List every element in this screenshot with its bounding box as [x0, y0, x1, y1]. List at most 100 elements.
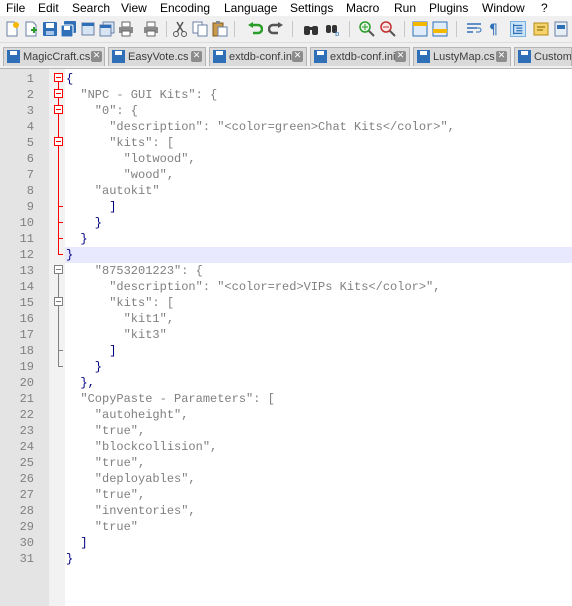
- menu-search[interactable]: Search: [72, 1, 110, 15]
- tab-customd[interactable]: CustomD: [514, 47, 572, 66]
- save-icon[interactable]: [42, 21, 58, 37]
- code-line[interactable]: "wood",: [66, 167, 174, 183]
- new-file-icon[interactable]: [4, 21, 20, 37]
- word-wrap-icon[interactable]: [466, 21, 482, 37]
- menu-edit[interactable]: Edit: [38, 1, 59, 15]
- copy-icon[interactable]: [192, 21, 208, 37]
- print-preview-icon[interactable]: [143, 21, 159, 37]
- save-all-icon[interactable]: [61, 21, 77, 37]
- code-line[interactable]: "inventories",: [66, 503, 196, 519]
- tab-label: EasyVote.cs: [128, 51, 189, 63]
- code-line[interactable]: "CopyPaste - Parameters": [: [66, 391, 274, 407]
- code-line[interactable]: "true",: [66, 455, 145, 471]
- menu-help[interactable]: ?: [541, 1, 548, 15]
- code-line[interactable]: "0": {: [66, 103, 138, 119]
- svg-text:b: b: [335, 30, 340, 37]
- saved-file-icon: [518, 50, 531, 63]
- code-line[interactable]: "kit1",: [66, 311, 174, 327]
- tab-close-icon[interactable]: ✕: [292, 51, 303, 62]
- tab-easyvote[interactable]: EasyVote.cs ✕: [108, 47, 206, 66]
- line-number: 9: [26, 200, 34, 214]
- menu-settings[interactable]: Settings: [290, 1, 333, 15]
- menu-encoding[interactable]: Encoding: [160, 1, 210, 15]
- menu-view[interactable]: View: [121, 1, 147, 15]
- code-line[interactable]: }: [66, 215, 102, 231]
- line-number: 18: [19, 344, 34, 358]
- menu-plugins[interactable]: Plugins: [429, 1, 468, 15]
- zoom-out-icon[interactable]: [380, 21, 396, 37]
- zoom-in-icon[interactable]: [359, 21, 375, 37]
- code-line[interactable]: },: [66, 375, 94, 391]
- current-line-highlight: [65, 247, 572, 263]
- code-line[interactable]: "8753201223": {: [66, 263, 203, 279]
- code-line[interactable]: "kits": [: [66, 135, 174, 151]
- menu-run[interactable]: Run: [394, 1, 416, 15]
- code-line[interactable]: "true",: [66, 487, 145, 503]
- code-line[interactable]: "NPC - GUI Kits": {: [66, 87, 217, 103]
- line-number: 3: [26, 104, 34, 118]
- close-all-icon[interactable]: [99, 21, 115, 37]
- tab-close-icon[interactable]: ✕: [91, 51, 102, 62]
- code-line[interactable]: "deployables",: [66, 471, 196, 487]
- close-icon[interactable]: [80, 21, 96, 37]
- fold-toggle-icon[interactable]: [54, 137, 63, 146]
- tab-extdb-conf-2[interactable]: extdb-conf.ini ✕: [310, 47, 410, 66]
- sync-horizontal-icon[interactable]: [432, 21, 448, 37]
- code-line[interactable]: "true",: [66, 423, 145, 439]
- code-line[interactable]: {: [66, 71, 73, 87]
- menu-language[interactable]: Language: [224, 1, 277, 15]
- tab-close-icon[interactable]: ✕: [395, 51, 406, 62]
- saved-file-icon: [112, 50, 125, 63]
- indent-guide-icon[interactable]: [510, 21, 526, 37]
- code-line[interactable]: ]: [66, 199, 116, 215]
- open-file-icon[interactable]: [23, 21, 39, 37]
- toolbar: b ¶: [0, 16, 572, 43]
- fold-toggle-icon[interactable]: [54, 73, 63, 82]
- line-number: 19: [19, 360, 34, 374]
- fold-toggle-icon[interactable]: [54, 105, 63, 114]
- code-line[interactable]: "autokit": [66, 183, 160, 199]
- fold-toggle-icon[interactable]: [54, 297, 63, 306]
- tab-close-icon[interactable]: ✕: [191, 51, 202, 62]
- fold-toggle-icon[interactable]: [54, 265, 63, 274]
- toolbar-separator: [404, 21, 405, 37]
- code-line[interactable]: "true": [66, 519, 138, 535]
- toolbar-separator: [166, 21, 167, 37]
- replace-icon[interactable]: b: [325, 21, 341, 37]
- sync-vertical-icon[interactable]: [412, 21, 428, 37]
- code-line[interactable]: ]: [66, 343, 116, 359]
- tab-magiccraft[interactable]: MagicCraft.cs ✕: [3, 47, 105, 66]
- line-number: 6: [26, 152, 34, 166]
- paste-icon[interactable]: [212, 21, 228, 37]
- print-icon[interactable]: [118, 21, 134, 37]
- code-line[interactable]: ]: [66, 535, 87, 551]
- code-line[interactable]: "autoheight",: [66, 407, 189, 423]
- document-map-icon[interactable]: [553, 21, 569, 37]
- code-editor[interactable]: 1 2 3 4 5 6 7 8 9 10 11 12 13 14 15 16 1…: [0, 69, 572, 606]
- undo-icon[interactable]: [247, 21, 263, 37]
- user-defined-language-icon[interactable]: [533, 21, 549, 37]
- code-line[interactable]: }: [66, 247, 73, 263]
- fold-toggle-icon[interactable]: [54, 89, 63, 98]
- tab-lustymap[interactable]: LustyMap.cs ✕: [413, 47, 511, 66]
- code-line[interactable]: "lotwood",: [66, 151, 196, 167]
- show-all-characters-icon[interactable]: ¶: [486, 21, 502, 37]
- menu-file[interactable]: File: [6, 1, 25, 15]
- code-line[interactable]: "description": "<color=red>VIPs Kits</co…: [66, 279, 440, 295]
- tab-extdb-conf-1[interactable]: extdb-conf.ini ✕: [209, 47, 307, 66]
- line-number: 27: [19, 488, 34, 502]
- line-number: 24: [19, 440, 34, 454]
- cut-icon[interactable]: [172, 21, 188, 37]
- tab-close-icon[interactable]: ✕: [496, 51, 507, 62]
- code-line[interactable]: }: [66, 359, 102, 375]
- code-line[interactable]: "description": "<color=green>Chat Kits</…: [66, 119, 455, 135]
- code-line[interactable]: }: [66, 231, 87, 247]
- find-icon[interactable]: [303, 21, 319, 37]
- menu-macro[interactable]: Macro: [346, 1, 379, 15]
- code-line[interactable]: "blockcollision",: [66, 439, 217, 455]
- code-line[interactable]: "kit3": [66, 327, 167, 343]
- code-line[interactable]: "kits": [: [66, 295, 174, 311]
- code-line[interactable]: }: [66, 551, 73, 567]
- menu-window[interactable]: Window: [482, 1, 525, 15]
- redo-icon[interactable]: [268, 21, 284, 37]
